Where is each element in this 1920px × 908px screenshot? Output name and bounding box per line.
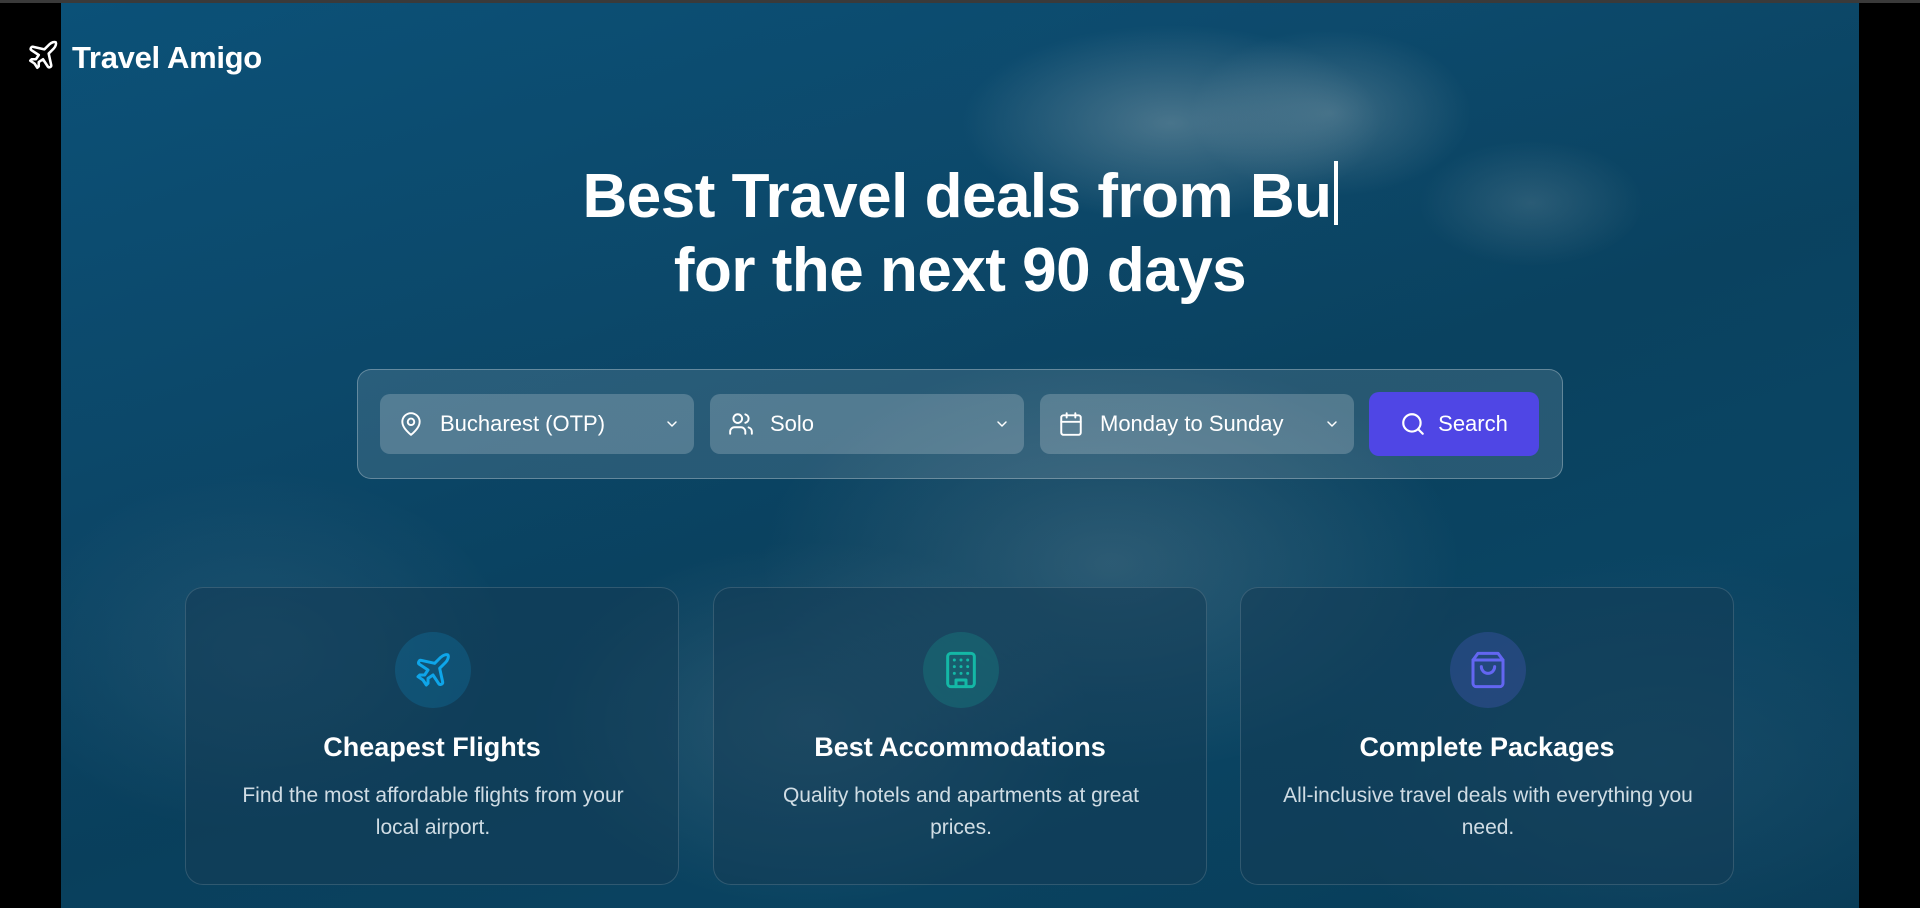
- map-pin-icon: [401, 412, 421, 436]
- search-button-label: Search: [1438, 411, 1508, 436]
- feature-title: Complete Packages: [1359, 732, 1615, 762]
- users-icon: [729, 413, 753, 435]
- shopping-bag-icon: [1471, 651, 1505, 689]
- feature-card-accommodations: Best Accommodations Quality hotels and a…: [713, 587, 1207, 885]
- brand-logo[interactable]: Travel Amigo: [26, 38, 262, 77]
- feature-card-packages: Complete Packages All-inclusive travel d…: [1240, 587, 1734, 885]
- building-icon: [946, 651, 976, 689]
- origin-select[interactable]: Bucharest (OTP): [380, 394, 694, 454]
- headline-line-1: Best Travel deals from Bu: [582, 162, 1333, 231]
- feature-icon-circle: [395, 632, 471, 708]
- feature-icon-circle: [1450, 632, 1526, 708]
- headline-line-2: for the next 90 days: [673, 236, 1247, 305]
- chevron-down-icon: [997, 421, 1007, 427]
- search-icon: [1402, 413, 1424, 435]
- feature-description: Find the most affordable flights from yo…: [242, 784, 624, 839]
- feature-icon-circle: [923, 632, 999, 708]
- chevron-down-icon: [1327, 421, 1337, 427]
- feature-card-flights: Cheapest Flights Find the most affordabl…: [185, 587, 679, 885]
- hero-headline: Best Travel deals from Bu for the next 9…: [0, 160, 1920, 308]
- feature-description: All-inclusive travel deals with everythi…: [1283, 784, 1693, 839]
- travelers-select[interactable]: Solo: [710, 394, 1024, 454]
- search-panel: Bucharest (OTP) Solo Monday to Sunday Se…: [357, 369, 1563, 479]
- feature-description: Quality hotels and apartments at great p…: [782, 784, 1140, 839]
- brand-name: Travel Amigo: [72, 39, 262, 75]
- typing-cursor: [1333, 161, 1338, 225]
- feature-title: Cheapest Flights: [323, 732, 541, 762]
- origin-value: Bucharest (OTP): [440, 411, 606, 436]
- plane-icon: [26, 38, 60, 77]
- feature-title: Best Accommodations: [814, 732, 1106, 762]
- travelers-value: Solo: [770, 411, 815, 436]
- plane-icon: [416, 653, 450, 687]
- dates-value: Monday to Sunday: [1100, 411, 1284, 436]
- chevron-down-icon: [667, 421, 677, 427]
- calendar-icon: [1060, 412, 1082, 436]
- page: Travel Amigo Best Travel deals from Bu f…: [0, 0, 1920, 908]
- dates-select[interactable]: Monday to Sunday: [1040, 394, 1354, 454]
- search-button[interactable]: Search: [1369, 392, 1539, 456]
